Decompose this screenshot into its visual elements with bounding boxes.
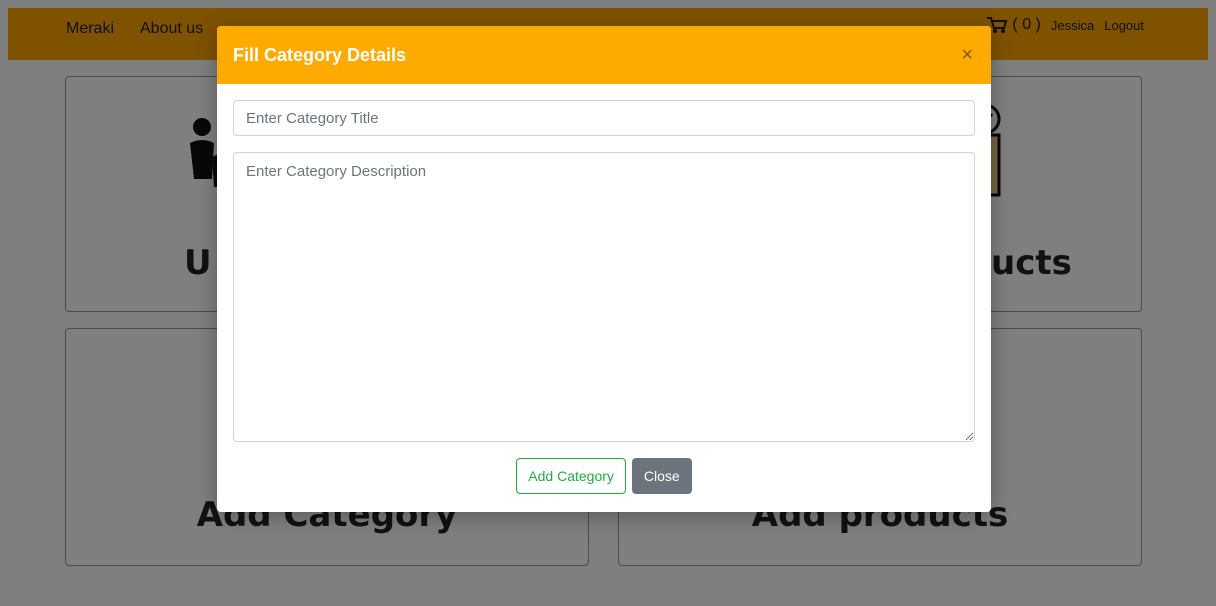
modal-footer: Add Category Close: [233, 458, 975, 494]
modal-header: Fill Category Details ×: [217, 26, 991, 84]
category-title-input[interactable]: [233, 100, 975, 136]
close-icon[interactable]: ×: [961, 45, 973, 65]
close-button[interactable]: Close: [631, 458, 692, 494]
category-description-input[interactable]: [233, 152, 975, 442]
modal-title: Fill Category Details: [233, 44, 407, 65]
modal-body: Add Category Close: [217, 84, 991, 494]
category-modal: Fill Category Details × Add Category Clo…: [217, 26, 991, 512]
add-category-button[interactable]: Add Category: [516, 458, 626, 494]
